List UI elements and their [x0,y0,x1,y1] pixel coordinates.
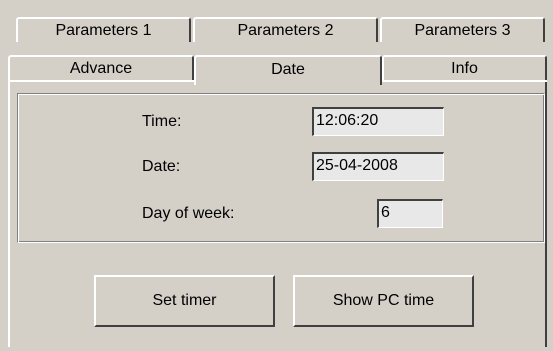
tab-info[interactable]: Info [382,55,547,80]
tab-parameters-1[interactable]: Parameters 1 [16,17,191,42]
date-time-groupbox [17,93,545,243]
tab-date[interactable]: Date [194,55,382,85]
date-label: Date: [142,158,181,175]
tab-parameters-2[interactable]: Parameters 2 [193,17,378,42]
time-label: Time: [142,113,182,130]
tab-advance[interactable]: Advance [8,55,194,80]
date-field[interactable]: 25-04-2008 [312,152,444,181]
show-pc-time-button[interactable]: Show PC time [293,275,474,327]
day-of-week-field[interactable]: 6 [377,199,443,228]
time-field[interactable]: 12:06:20 [312,107,444,136]
set-timer-button[interactable]: Set timer [94,275,275,327]
tab-parameters-3[interactable]: Parameters 3 [380,17,545,42]
day-of-week-label: Day of week: [142,205,235,222]
